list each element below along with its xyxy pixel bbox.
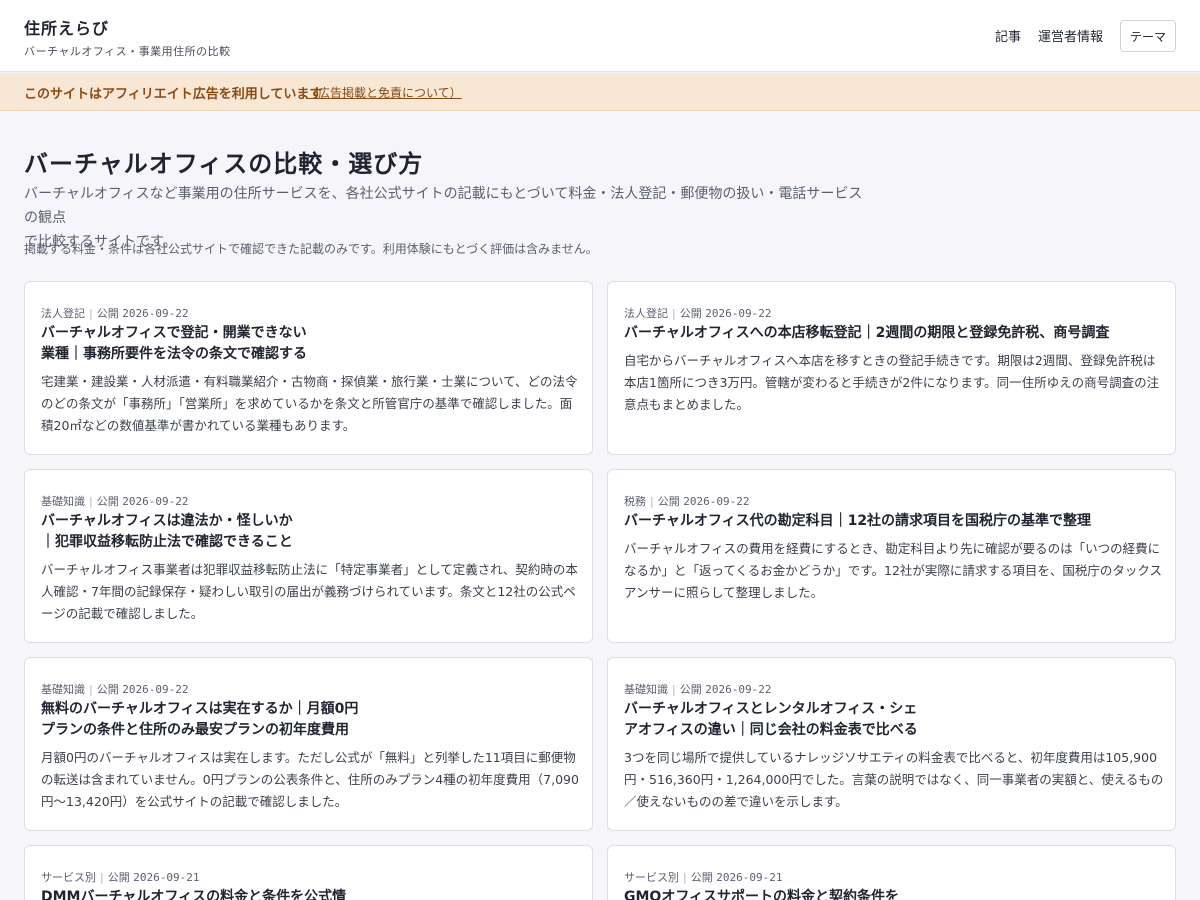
card-excerpt: 3つを同じ場所で提供しているナレッジソサエティの料金表で比べると、初年度費用は1…	[624, 750, 1164, 809]
page-title: バーチャルオフィスの比較・選び方	[24, 150, 424, 178]
card-category: 税務	[624, 495, 646, 508]
card-date-prefix: 公開	[96, 683, 119, 696]
card-title-line-1: 無料のバーチャルオフィスは実在するか｜月額0円	[41, 701, 359, 717]
article-card[interactable]: サービス別 | 公開 2026-09-21 DMMバーチャルオフィスの料金と条件を公…	[24, 845, 593, 900]
card-meta: 税務 | 公開 2026-09-22	[624, 495, 750, 508]
card-title-line-1: GMOオフィスサポートの料金と契約条件を	[624, 889, 900, 900]
article-card[interactable]: 基礎知識 | 公開 2026-09-22 バーチャルオフィスは違法か・怪しいか ｜犯罪…	[24, 469, 593, 643]
article-card[interactable]: サービス別 | 公開 2026-09-21 GMOオフィスサポートの料金と契約条件を	[607, 845, 1176, 900]
theme-toggle-button[interactable]: テーマ	[1120, 20, 1176, 52]
card-date-prefix: 公開	[679, 307, 702, 320]
card-meta: サービス別 | 公開 2026-09-21	[624, 871, 783, 884]
card-date-prefix: 公開	[96, 495, 119, 508]
card-date: 2026-09-22	[683, 495, 750, 508]
article-card[interactable]: 税務 | 公開 2026-09-22 バーチャルオフィス代の勘定科目｜12社の請求項…	[607, 469, 1176, 643]
card-date-prefix: 公開	[679, 683, 702, 696]
card-title[interactable]: バーチャルオフィスは違法か・怪しいか ｜犯罪収益移転防止法で確認できること	[41, 511, 581, 553]
card-category: 基礎知識	[41, 495, 85, 508]
card-date-prefix: 公開	[690, 871, 713, 884]
article-card[interactable]: 法人登記 | 公開 2026-09-22 バーチャルオフィスへの本店移転登記｜2週間…	[607, 281, 1176, 455]
card-date-prefix: 公開	[657, 495, 680, 508]
site-title[interactable]: 住所えらび	[24, 15, 109, 39]
card-date: 2026-09-22	[122, 683, 189, 696]
card-category: サービス別	[41, 871, 96, 884]
article-card[interactable]: 基礎知識 | 公開 2026-09-22 無料のバーチャルオフィスは実在するか｜月額…	[24, 657, 593, 831]
card-title-line-2: プランの条件と住所のみ最安プランの初年度費用	[41, 722, 349, 738]
card-title[interactable]: バーチャルオフィス代の勘定科目｜12社の請求項目を国税庁の基準で整理	[624, 511, 1164, 532]
site-header: 住所えらび バーチャルオフィス・事業用住所の比較 記事 運営者情報 テーマ	[0, 0, 1200, 72]
card-title-line-2: ｜犯罪収益移転防止法で確認できること	[41, 534, 293, 550]
card-title-line-1: バーチャルオフィスで登記・開業できない	[41, 325, 307, 341]
card-excerpt: 自宅からバーチャルオフィスへ本店を移すときの登記手続きです。期限は2週間、登録免…	[624, 353, 1160, 412]
affiliate-disclosure-banner: このサイトはアフィリエイト広告を利用しています （広告掲載と免責について）	[0, 73, 1200, 111]
site-tagline: バーチャルオフィス・事業用住所の比較	[24, 45, 231, 58]
article-card[interactable]: 法人登記 | 公開 2026-09-22 バーチャルオフィスで登記・開業できない 業種…	[24, 281, 593, 455]
card-category: 法人登記	[41, 307, 85, 320]
card-title-line-1: バーチャルオフィスへの本店移転登記｜2週間の期限と登録免許税、商号調査	[624, 325, 1110, 341]
card-category: 基礎知識	[41, 683, 85, 696]
card-date: 2026-09-21	[133, 871, 200, 884]
card-title-line-1: バーチャルオフィスとレンタルオフィス・シェ	[624, 701, 918, 717]
card-date: 2026-09-22	[122, 495, 189, 508]
card-meta: 基礎知識 | 公開 2026-09-22	[41, 495, 189, 508]
card-title-line-2: アオフィスの違い｜同じ会社の料金表で比べる	[624, 722, 918, 738]
card-title[interactable]: バーチャルオフィスへの本店移転登記｜2週間の期限と登録免許税、商号調査	[624, 323, 1164, 344]
nav-articles-link[interactable]: 記事	[995, 26, 1021, 45]
affiliate-disclosure-text: このサイトはアフィリエイト広告を利用しています	[24, 87, 323, 102]
page-lead-line-1: バーチャルオフィスなど事業用の住所サービスを、各社公式サイトの記載にもとづいて料…	[24, 186, 863, 226]
card-title[interactable]: 無料のバーチャルオフィスは実在するか｜月額0円 プランの条件と住所のみ最安プランの…	[41, 699, 581, 741]
card-title[interactable]: DMMバーチャルオフィスの料金と条件を公式情	[41, 887, 581, 900]
card-date-prefix: 公開	[96, 307, 119, 320]
card-excerpt: 月額0円のバーチャルオフィスは実在します。ただし公式が「無料」と列挙した11項目…	[41, 750, 579, 809]
card-date: 2026-09-22	[705, 683, 772, 696]
card-category: 法人登記	[624, 307, 668, 320]
card-date: 2026-09-21	[716, 871, 783, 884]
card-title-line-1: DMMバーチャルオフィスの料金と条件を公式情	[41, 889, 347, 900]
card-title[interactable]: GMOオフィスサポートの料金と契約条件を	[624, 887, 1164, 900]
card-date-prefix: 公開	[107, 871, 130, 884]
ad-policy-link[interactable]: （広告掲載と免責について）	[306, 84, 462, 101]
card-meta: 基礎知識 | 公開 2026-09-22	[624, 683, 772, 696]
card-title-line-1: バーチャルオフィスは違法か・怪しいか	[41, 513, 293, 529]
nav-about-link[interactable]: 運営者情報	[1038, 26, 1103, 45]
card-date: 2026-09-22	[122, 307, 189, 320]
card-title[interactable]: バーチャルオフィスで登記・開業できない 業種｜事務所要件を法令の条文で確認する	[41, 323, 581, 365]
card-excerpt: バーチャルオフィス事業者は犯罪収益移転防止法に「特定事業者」として定義され、契約…	[41, 562, 578, 621]
card-title-line-1: バーチャルオフィス代の勘定科目｜12社の請求項目を国税庁の基準で整理	[624, 513, 1092, 529]
page-note: 掲載する料金・条件は各社公式サイトで確認できた記載のみです。利用体験にもとづく評…	[24, 242, 598, 256]
card-excerpt: 宅建業・建設業・人材派遣・有料職業紹介・古物商・探偵業・旅行業・士業について、ど…	[41, 374, 578, 433]
card-meta: サービス別 | 公開 2026-09-21	[41, 871, 200, 884]
card-category: サービス別	[624, 871, 679, 884]
article-card[interactable]: 基礎知識 | 公開 2026-09-22 バーチャルオフィスとレンタルオフィス・シェ…	[607, 657, 1176, 831]
card-meta: 法人登記 | 公開 2026-09-22	[41, 307, 189, 320]
card-excerpt: バーチャルオフィスの費用を経費にするとき、勘定科目より先に確認が要るのは「いつの…	[624, 541, 1163, 600]
card-title-line-2: 業種｜事務所要件を法令の条文で確認する	[41, 346, 307, 362]
card-title[interactable]: バーチャルオフィスとレンタルオフィス・シェ アオフィスの違い｜同じ会社の料金表で比…	[624, 699, 1164, 741]
card-meta: 基礎知識 | 公開 2026-09-22	[41, 683, 189, 696]
card-category: 基礎知識	[624, 683, 668, 696]
card-meta: 法人登記 | 公開 2026-09-22	[624, 307, 772, 320]
card-date: 2026-09-22	[705, 307, 772, 320]
